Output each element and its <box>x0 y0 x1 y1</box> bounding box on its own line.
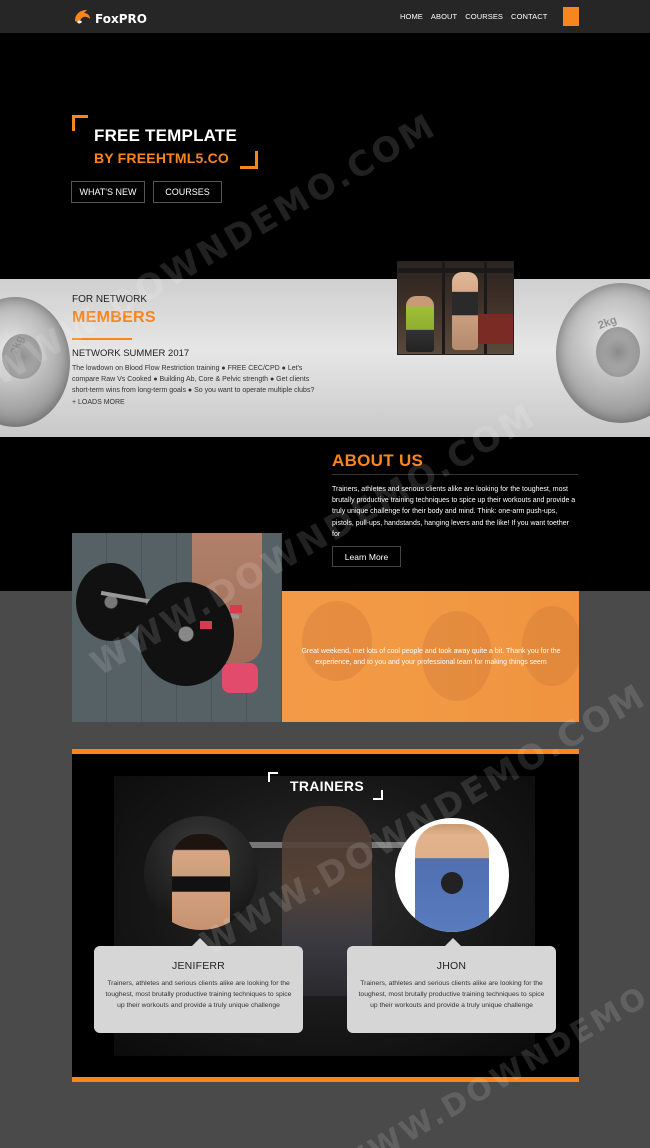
courses-button[interactable]: COURSES <box>153 181 222 203</box>
members-title: MEMBERS <box>72 309 156 326</box>
menu-toggle-button[interactable] <box>563 7 579 26</box>
trainers-title: TRAINERS <box>290 778 364 794</box>
trainer-card: JHON Trainers, athletes and serious clie… <box>347 938 556 1033</box>
trainers-bracket-bottom-right <box>373 790 383 800</box>
photo-barbell-plate-front <box>138 582 234 686</box>
photo-trainer-man <box>406 296 434 352</box>
about-body: Trainers, athletes and serious clients a… <box>332 486 576 538</box>
members-section: 2kg 2kg FOR NETWORK MEMBERS NETWORK SUMM… <box>0 279 650 437</box>
learn-more-button[interactable]: Learn More <box>332 546 401 567</box>
testimonial-text: Great weekend, met lots of cool people a… <box>301 648 561 666</box>
nav-link-home[interactable]: HOME <box>400 12 423 21</box>
members-subtitle: NETWORK SUMMER 2017 <box>72 348 190 359</box>
members-training-photo <box>397 261 514 355</box>
trainer-bio: Trainers, athletes and serious clients a… <box>358 980 545 1009</box>
brand-logo[interactable]: FoxPRO <box>72 7 147 27</box>
trainer-bio: Trainers, athletes and serious clients a… <box>105 980 292 1009</box>
trainer-name: JENIFERR <box>172 960 225 972</box>
photo-athlete-shoe <box>222 663 258 693</box>
weight-plate-right-hub <box>596 327 640 377</box>
trainer-name: JHON <box>436 960 467 972</box>
trainer-card: JENIFERR Trainers, athletes and serious … <box>94 938 303 1033</box>
members-body: The lowdown on Blood Flow Restriction tr… <box>72 365 315 406</box>
hero-bracket-bottom-right <box>240 151 258 169</box>
photo-wrist-wrap-right <box>230 605 242 613</box>
avatar-figure <box>172 834 230 930</box>
testimonial-photo: Great weekend, met lots of cool people a… <box>282 591 579 722</box>
nav-link-courses[interactable]: COURSES <box>465 12 503 21</box>
photo-bench <box>478 314 513 344</box>
photo-wrist-wrap-left <box>200 621 212 629</box>
photo-trainer-woman <box>452 272 478 350</box>
whats-new-button[interactable]: WHAT'S NEW <box>71 181 145 203</box>
nav-link-about[interactable]: ABOUT <box>431 12 457 21</box>
top-nav: FoxPRO HOME ABOUT COURSES CONTACT <box>0 0 650 33</box>
trainers-bracket-top-left <box>268 772 278 782</box>
hero-title: FREE TEMPLATE <box>94 126 238 145</box>
members-eyebrow: FOR NETWORK <box>72 294 147 305</box>
trainer-avatar-jeniferr[interactable] <box>144 816 258 930</box>
members-divider <box>72 338 132 340</box>
fox-logo-icon <box>75 10 90 24</box>
photo-rope-left <box>442 262 445 354</box>
about-title: ABOUT US <box>332 451 424 470</box>
nav-link-contact[interactable]: CONTACT <box>511 12 547 21</box>
hero-bracket-top-left <box>72 115 88 131</box>
hero-subtitle: BY FREEHTML5.CO <box>94 150 229 166</box>
kettlebell-icon <box>441 872 463 894</box>
photo-barbell-plate-back <box>76 563 146 641</box>
about-divider <box>332 474 578 475</box>
photo-rack-bar <box>398 268 513 273</box>
barbell-deadlift-photo <box>72 533 282 722</box>
brand-name: FoxPRO <box>95 12 147 26</box>
nav-links: HOME ABOUT COURSES CONTACT <box>400 12 547 21</box>
trainer-avatar-jhon[interactable] <box>395 818 509 932</box>
